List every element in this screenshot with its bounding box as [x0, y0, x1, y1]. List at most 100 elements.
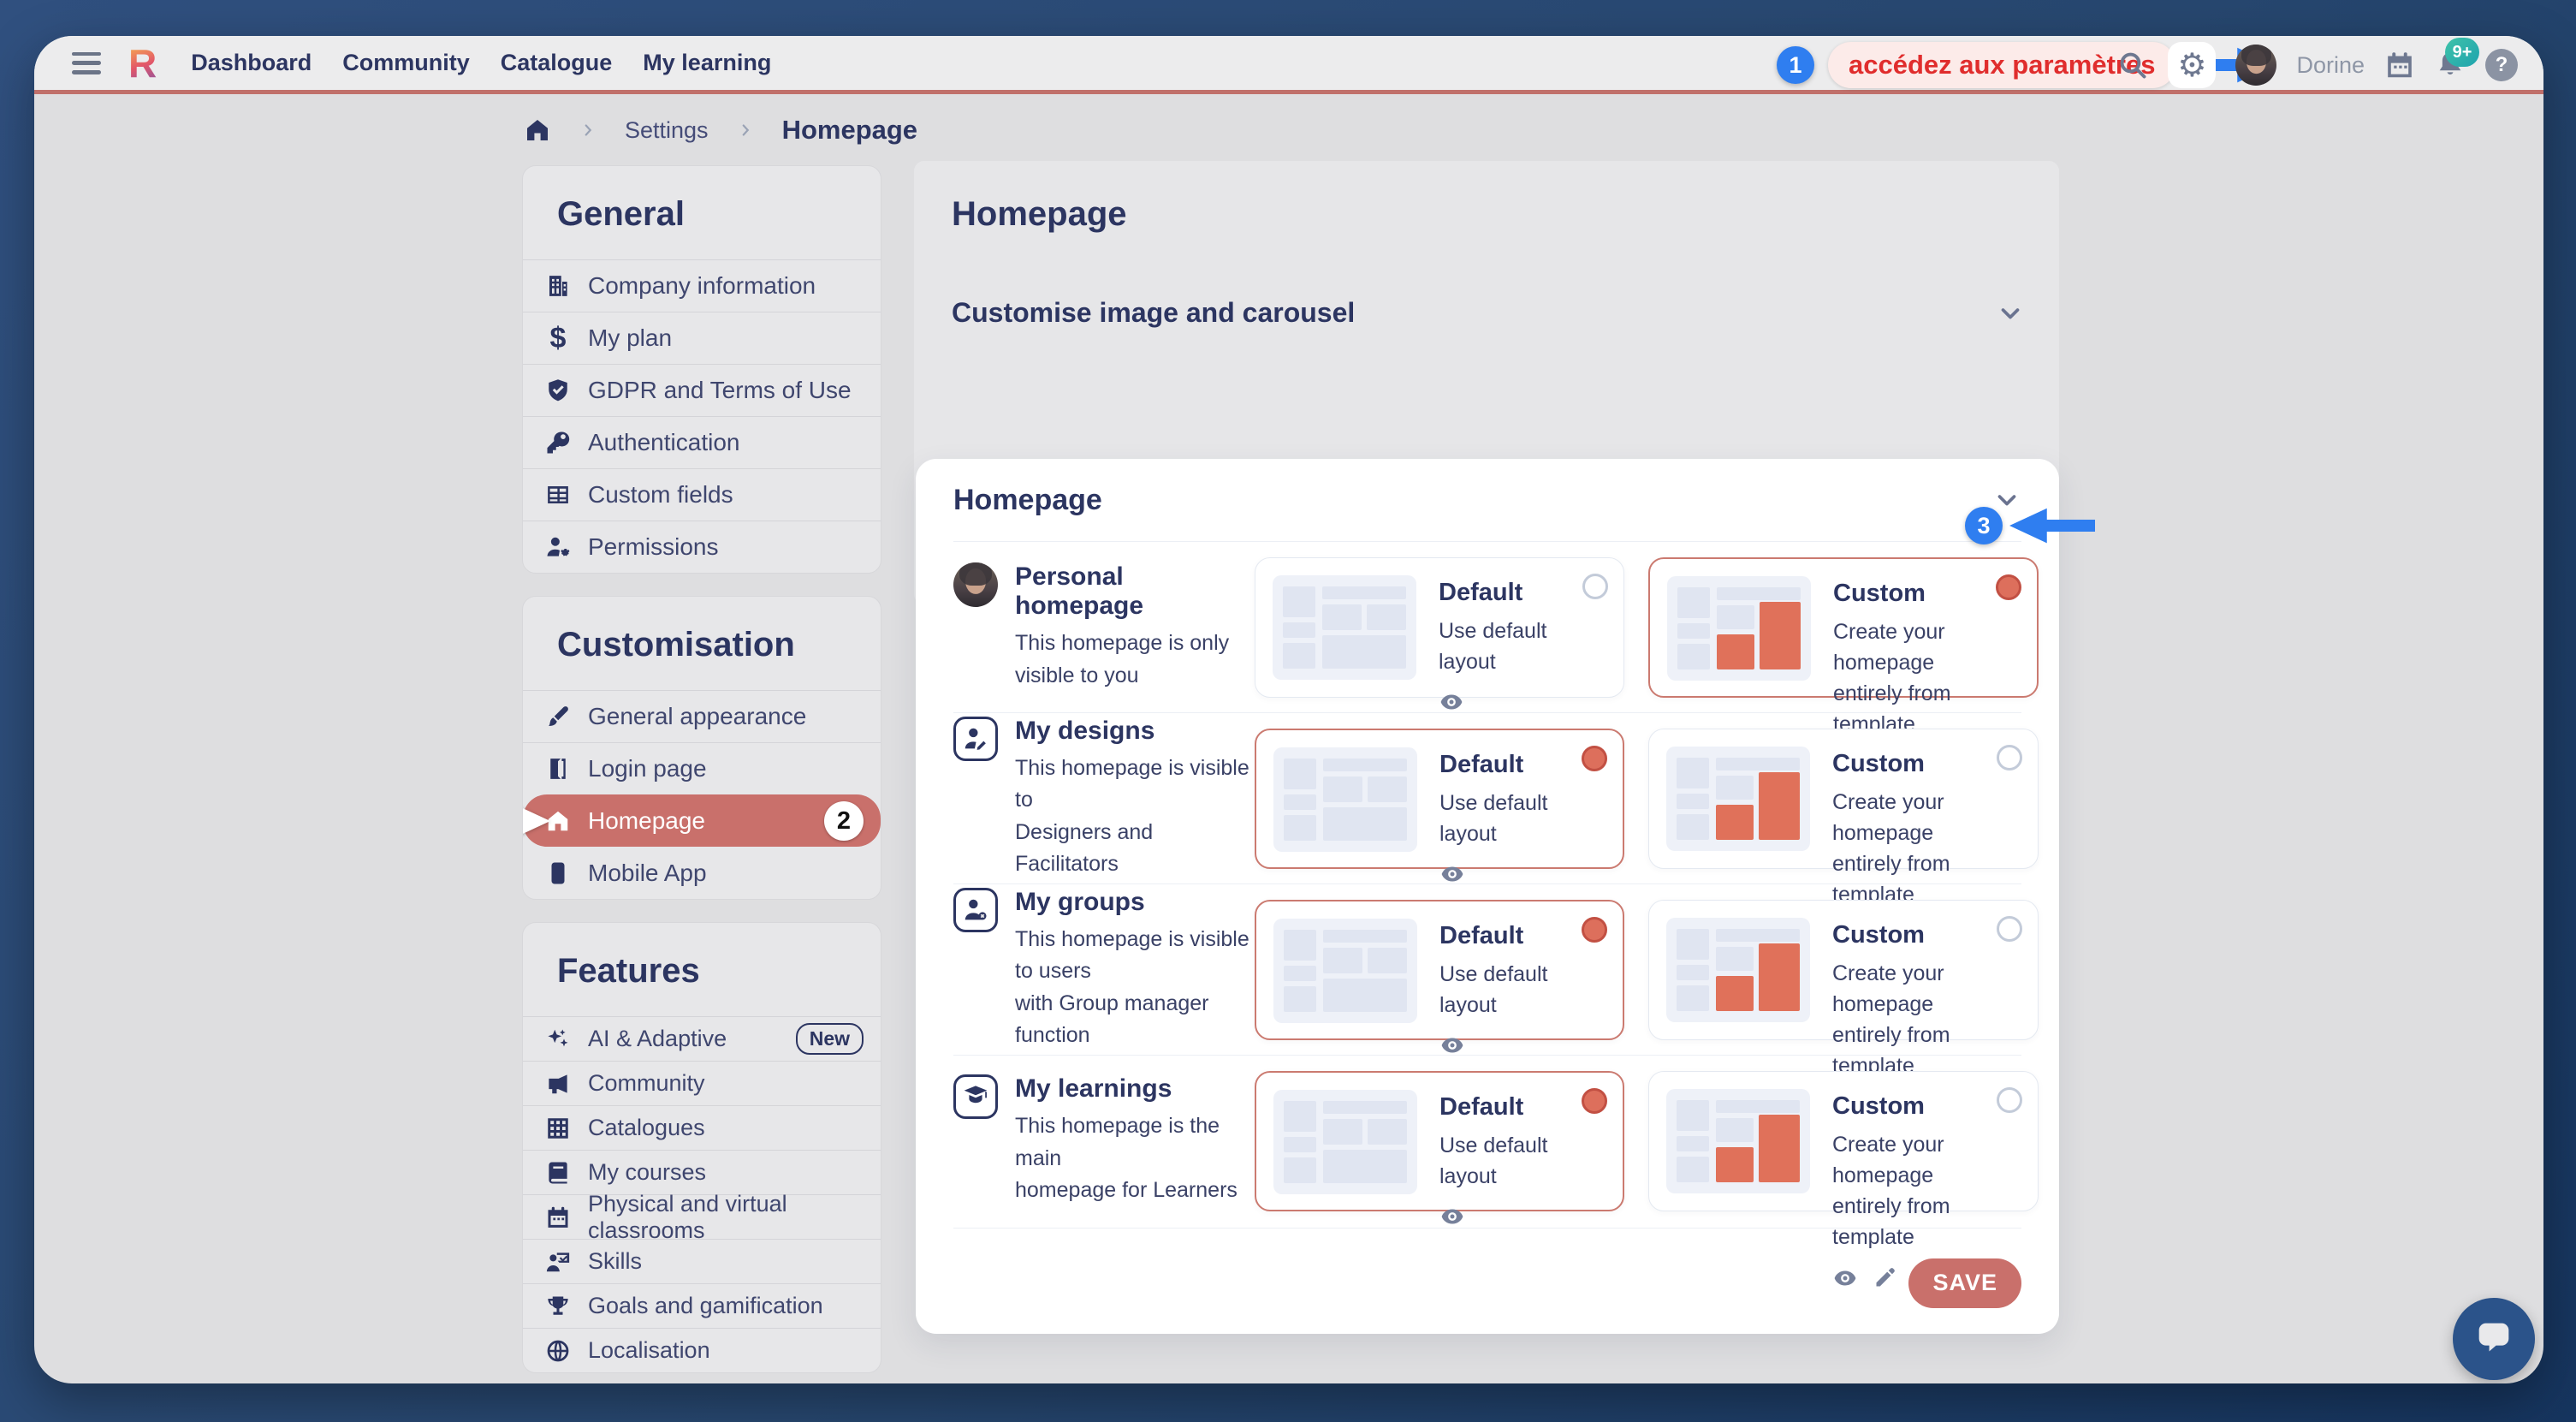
book-icon: [543, 1158, 573, 1187]
key-icon: [543, 428, 573, 457]
layout-thumbnail-custom: [1666, 1089, 1810, 1193]
option-card-custom[interactable]: Custom Create your homepageentirely from…: [1648, 900, 2039, 1040]
help-button[interactable]: ?: [2485, 49, 2518, 81]
notifications-button[interactable]: 9+: [2435, 50, 2466, 80]
user-pen-icon: [953, 717, 998, 761]
annotation-2-arrow-icon: [522, 803, 550, 839]
layout-thumbnail-custom: [1666, 918, 1810, 1022]
nav-community[interactable]: Community: [342, 50, 470, 76]
preview-eye-icon[interactable]: [1439, 1032, 1465, 1058]
option-card-custom[interactable]: Custom Create your homepageentirely from…: [1648, 1071, 2039, 1211]
graduate-icon: [953, 1074, 998, 1119]
avatar: [953, 562, 998, 607]
section-title: General: [523, 166, 881, 259]
chat-widget-button[interactable]: [2453, 1298, 2535, 1380]
option-card-default[interactable]: Default Use default layout: [1255, 557, 1624, 698]
brand-logo[interactable]: R: [128, 44, 157, 83]
sidebar-item-ai-adaptive[interactable]: AI & Adaptive New: [523, 1016, 881, 1061]
sidebar-item-general-appearance[interactable]: General appearance: [523, 690, 881, 742]
sidebar-item-localisation[interactable]: Localisation: [523, 1328, 881, 1372]
sidebar-item-homepage[interactable]: Homepage 2: [523, 794, 881, 847]
sidebar-item-skills[interactable]: Skills: [523, 1239, 881, 1283]
section-title: Features: [523, 923, 881, 1016]
sidebar-item-company-information[interactable]: Company information: [523, 259, 881, 312]
shield-check-icon: [543, 376, 573, 405]
topbar: R Dashboard Community Catalogue My learn…: [34, 36, 2543, 94]
settings-gear-button[interactable]: ⚙: [2168, 42, 2216, 88]
user-avatar[interactable]: [2235, 45, 2276, 86]
user-name: Dorine: [2296, 52, 2365, 79]
table-icon: [543, 480, 573, 509]
notification-badge: 9+: [2445, 38, 2479, 67]
help-icon: ?: [2496, 53, 2508, 77]
sidebar-item-mobile-app[interactable]: Mobile App: [523, 847, 881, 899]
layout-thumbnail-default: [1273, 747, 1417, 852]
breadcrumb-current: Homepage: [782, 115, 917, 146]
customise-image-carousel-section[interactable]: Customise image and carousel: [914, 297, 2059, 329]
option-card-default[interactable]: Default Use default layout: [1255, 729, 1624, 869]
trophy-icon: [543, 1292, 573, 1321]
sidebar-item-goals-gamification[interactable]: Goals and gamification: [523, 1283, 881, 1328]
radio-custom[interactable]: [1997, 1087, 2022, 1113]
radio-custom[interactable]: [1996, 574, 2021, 600]
sidebar-item-my-plan[interactable]: $ My plan: [523, 312, 881, 364]
sidebar-item-gdpr[interactable]: GDPR and Terms of Use: [523, 364, 881, 416]
sidebar-item-my-courses[interactable]: My courses: [523, 1150, 881, 1194]
sidebar-item-permissions[interactable]: Permissions: [523, 521, 881, 573]
sidebar-item-custom-fields[interactable]: Custom fields: [523, 468, 881, 521]
radio-default[interactable]: [1582, 917, 1607, 943]
preview-eye-icon[interactable]: [1439, 861, 1465, 887]
option-card-custom[interactable]: Custom Create your homepageentirely from…: [1648, 557, 2039, 698]
option-card-default[interactable]: Default Use default layout: [1255, 900, 1624, 1040]
chat-bubble-icon: [2472, 1317, 2516, 1361]
sidebar-item-community[interactable]: Community: [523, 1061, 881, 1105]
layout-thumbnail-custom: [1666, 747, 1810, 851]
option-card-custom[interactable]: Custom Create your homepageentirely from…: [1648, 729, 2039, 869]
calendar-icon: [543, 1203, 573, 1232]
annotation-1-number: 1: [1777, 46, 1814, 84]
user-group-icon: [953, 888, 998, 932]
sidebar-item-authentication[interactable]: Authentication: [523, 416, 881, 468]
option-card-default[interactable]: Default Use default layout: [1255, 1071, 1624, 1211]
radio-custom[interactable]: [1997, 745, 2022, 770]
door-icon: [543, 754, 573, 783]
nav-catalogue[interactable]: Catalogue: [501, 50, 613, 76]
breadcrumb-settings[interactable]: Settings: [625, 117, 709, 144]
calendar-icon[interactable]: [2384, 50, 2415, 80]
sparkles-icon: [543, 1025, 573, 1054]
sidebar-item-classrooms[interactable]: Physical and virtual classrooms: [523, 1194, 881, 1239]
homepage-card: Homepage 3 Personal homepage This homepa…: [916, 459, 2059, 1334]
radio-default[interactable]: [1582, 574, 1608, 599]
sidebar-section-features: Features AI & Adaptive New Community Cat…: [522, 922, 881, 1373]
settings-sidebar: General Company information $ My plan GD…: [522, 165, 881, 1383]
homepage-row-personal: Personal homepage This homepage is only …: [953, 541, 2021, 712]
sidebar-section-customisation: Customisation General appearance Login p…: [522, 596, 881, 900]
radio-default[interactable]: [1582, 746, 1607, 771]
homepage-row-my-designs: My designs This homepage is visible toDe…: [953, 712, 2021, 884]
radio-custom[interactable]: [1997, 916, 2022, 942]
section-title: Customisation: [523, 597, 881, 690]
preview-eye-icon[interactable]: [1439, 689, 1464, 715]
preview-eye-icon[interactable]: [1832, 1265, 1858, 1291]
nav-my-learning[interactable]: My learning: [643, 50, 771, 76]
grid-icon: [543, 1114, 573, 1143]
megaphone-icon: [543, 1069, 573, 1098]
homepage-row-my-groups: My groups This homepage is visible to us…: [953, 884, 2021, 1055]
chevron-down-icon[interactable]: [1996, 299, 2025, 328]
preview-eye-icon[interactable]: [1439, 1204, 1465, 1229]
edit-pencil-icon[interactable]: [1873, 1265, 1897, 1289]
hamburger-menu-icon[interactable]: [72, 52, 101, 74]
page-title: Homepage: [914, 161, 2059, 234]
sidebar-item-login-page[interactable]: Login page: [523, 742, 881, 794]
card-title: Homepage: [953, 484, 1992, 517]
radio-default[interactable]: [1582, 1088, 1607, 1114]
search-icon[interactable]: [2117, 50, 2148, 80]
skills-icon: [543, 1247, 573, 1276]
annotation-2-number: 2: [824, 801, 864, 841]
main-nav: Dashboard Community Catalogue My learnin…: [191, 50, 771, 76]
nav-dashboard[interactable]: Dashboard: [191, 50, 312, 76]
home-icon[interactable]: [524, 116, 551, 144]
sidebar-item-catalogues[interactable]: Catalogues: [523, 1105, 881, 1150]
annotation-step-3: 3: [1965, 507, 2095, 544]
app-window: R Dashboard Community Catalogue My learn…: [34, 36, 2543, 1383]
